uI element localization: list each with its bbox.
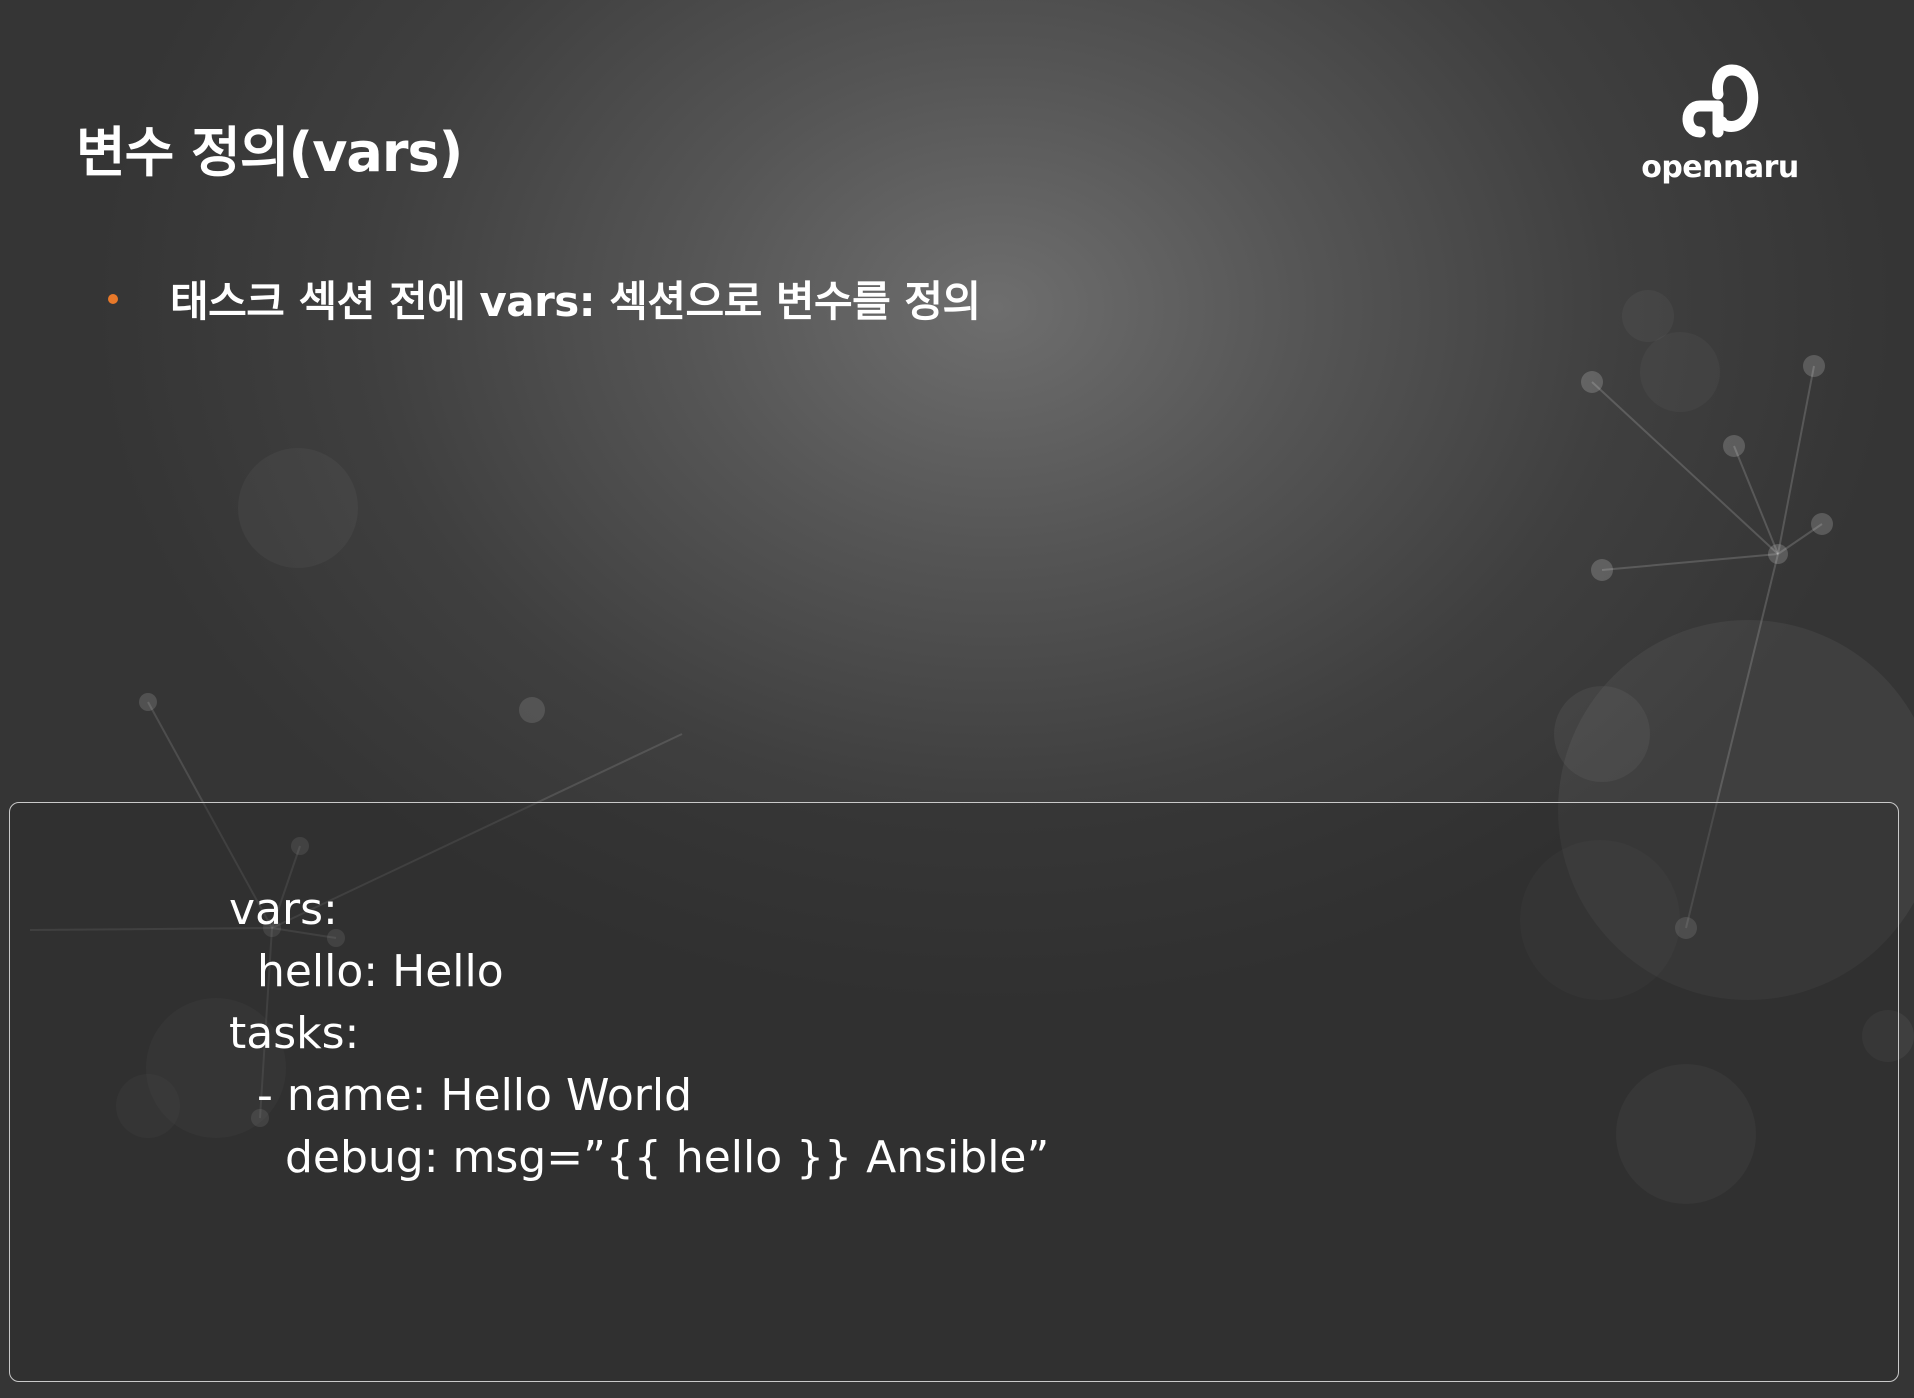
bullet-dot-icon [108,293,118,304]
bullet-item: 태스크 섹션 전에 vars: 섹션으로 변수를 정의 [108,268,981,329]
slide: 변수 정의(vars) 태스크 섹션 전에 vars: 섹션으로 변수를 정의 … [0,0,1914,1398]
code-line: debug: msg=”{{ hello }} Ansible” [229,1132,1050,1183]
code-line: vars: [229,884,338,935]
code-line: tasks: [229,1008,360,1059]
code-line: hello: Hello [229,946,504,997]
bullet-text: 태스크 섹션 전에 vars: 섹션으로 변수를 정의 [170,277,981,326]
code-lines: vars: hello: Hello tasks: - name: Hello … [229,879,1049,1189]
opennaru-logo-icon [1682,64,1759,138]
code-line: - name: Hello World [229,1070,693,1121]
slide-title: 변수 정의(vars) [76,121,463,184]
logo-text: opennaru [1641,150,1799,185]
company-logo: opennaru [1630,60,1810,185]
code-block: vars: hello: Hello tasks: - name: Hello … [9,802,1899,1382]
